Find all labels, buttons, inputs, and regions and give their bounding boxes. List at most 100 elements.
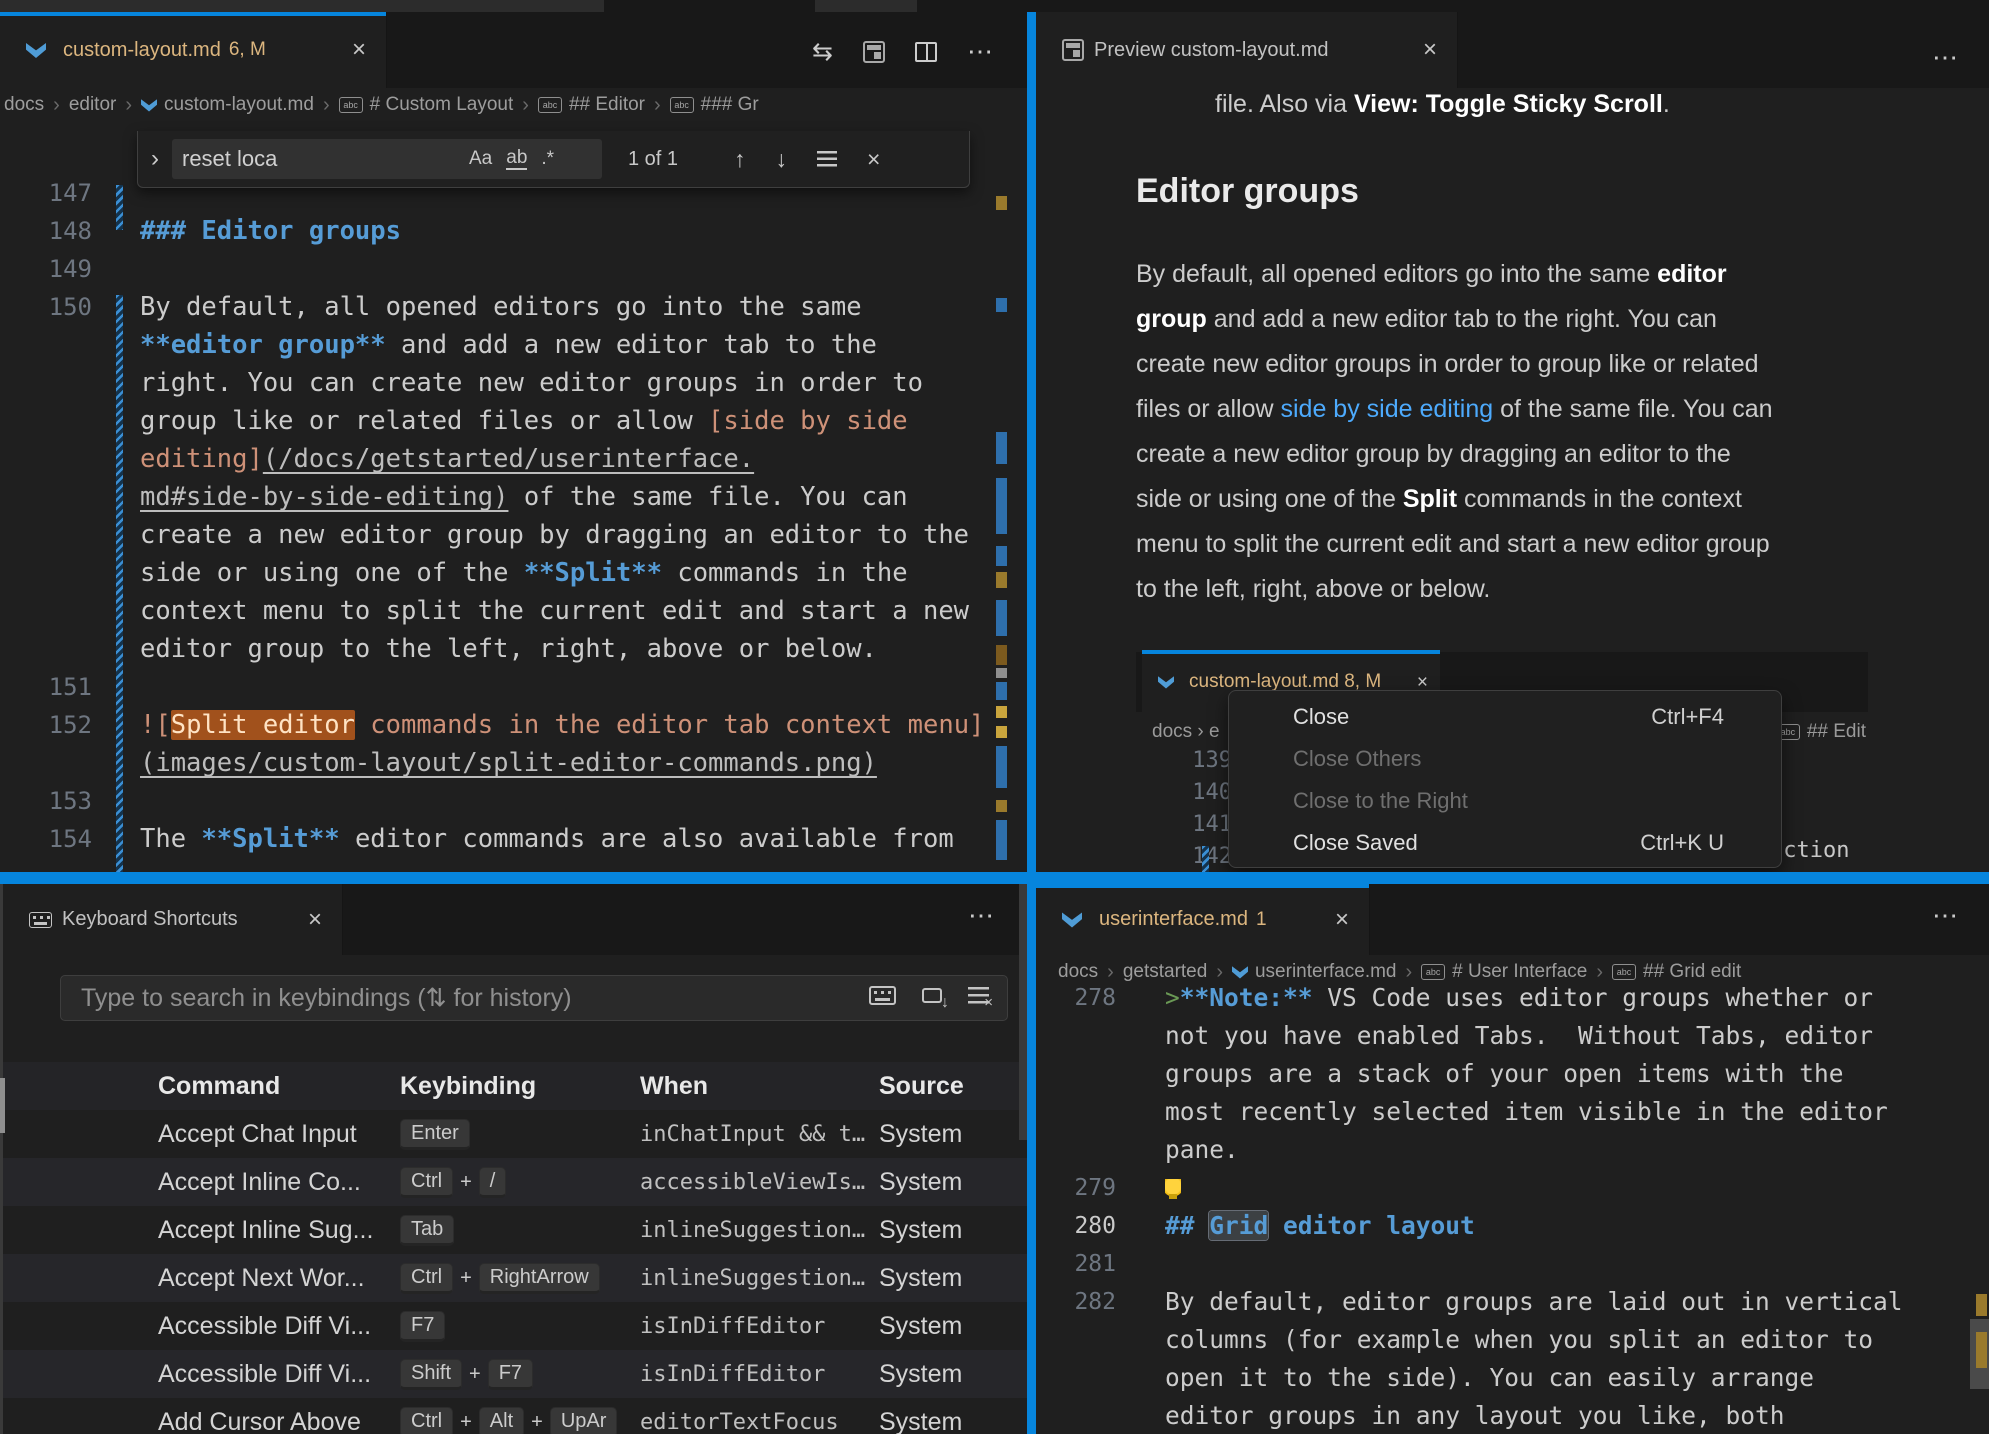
split-editor-icon[interactable] bbox=[915, 42, 937, 62]
open-changes-icon[interactable]: ⇆ bbox=[812, 37, 833, 67]
preview-line: group and add a new editor tab to the ri… bbox=[1136, 297, 1773, 342]
menu-item-label: Close bbox=[1293, 704, 1349, 730]
command-cell: Accept Next Wor... bbox=[158, 1254, 365, 1302]
editor-actions: ⇆ ⋯ bbox=[812, 36, 993, 67]
table-row[interactable]: Accessible Diff Vi...Shift+F7isInDiffEdi… bbox=[0, 1350, 1027, 1398]
breadcrumb-item[interactable]: custom-layout.md bbox=[164, 94, 314, 116]
tab-label: userinterface.md bbox=[1099, 908, 1248, 931]
preview-intro: file. Also via View: Toggle Sticky Scrol… bbox=[1215, 82, 1670, 127]
find-input[interactable] bbox=[172, 146, 462, 172]
abc-symbol-icon: abc bbox=[538, 97, 562, 113]
more-actions-icon[interactable]: ⋯ bbox=[968, 900, 996, 931]
clear-search-icon[interactable] bbox=[968, 987, 989, 1009]
line-number: 141 bbox=[1172, 812, 1232, 837]
table-row[interactable]: Accessible Diff Vi...F7isInDiffEditorSys… bbox=[0, 1302, 1027, 1350]
breadcrumb[interactable]: docs›editor›custom-layout.md›abc# Custom… bbox=[4, 88, 1024, 122]
find-next-icon[interactable]: ↓ bbox=[776, 146, 788, 173]
lightbulb-icon bbox=[1165, 1179, 1181, 1199]
table-row[interactable]: Accept Next Wor...Ctrl+RightArrowinlineS… bbox=[0, 1254, 1027, 1302]
key-chip: UpAr bbox=[550, 1407, 618, 1434]
key-chip: Ctrl bbox=[400, 1167, 453, 1198]
top-strip-segment bbox=[815, 0, 917, 12]
breadcrumb-item[interactable]: ## Editor bbox=[569, 94, 645, 116]
tab-bar: Keyboard Shortcuts × bbox=[0, 884, 1027, 955]
plus-separator: + bbox=[460, 1171, 472, 1194]
table-row[interactable]: Accept Inline Co...Ctrl+/accessibleViewI… bbox=[0, 1158, 1027, 1206]
header-keybinding[interactable]: Keybinding bbox=[400, 1062, 638, 1110]
menu-item-close-saved[interactable]: Close SavedCtrl+K U bbox=[1229, 822, 1781, 864]
source-cell: System bbox=[879, 1158, 962, 1206]
more-actions-icon[interactable]: ⋯ bbox=[1932, 900, 1960, 931]
header-when[interactable]: When bbox=[640, 1062, 708, 1110]
key-chip: Tab bbox=[400, 1215, 454, 1246]
horizontal-sash[interactable] bbox=[0, 872, 1989, 884]
line-number: 139 bbox=[1172, 748, 1232, 773]
overview-ruler-mark bbox=[1976, 1332, 1987, 1368]
menu-item-close-to-the-right: Close to the Right bbox=[1229, 780, 1781, 822]
keybinding-cell: Shift+F7 bbox=[400, 1350, 638, 1398]
keybinding-cell: Ctrl+Alt+UpAr bbox=[400, 1398, 638, 1434]
keybinding-cell: Enter bbox=[400, 1110, 638, 1158]
menu-item-close-others: Close Others bbox=[1229, 738, 1781, 780]
tab-preview-custom-layout[interactable]: Preview custom-layout.md × bbox=[1036, 12, 1458, 88]
tab-custom-layout[interactable]: custom-layout.md 6, M × bbox=[0, 12, 387, 88]
source-cell: System bbox=[879, 1254, 962, 1302]
breadcrumb-item[interactable]: docs bbox=[4, 94, 44, 116]
record-keys-keyboard-icon[interactable] bbox=[869, 986, 896, 1010]
find-in-selection-icon[interactable] bbox=[817, 146, 837, 173]
more-actions-icon[interactable]: ⋯ bbox=[1932, 42, 1960, 73]
keybinding-cell: F7 bbox=[400, 1302, 638, 1350]
close-icon[interactable]: × bbox=[350, 38, 368, 62]
tab-label: custom-layout.md bbox=[63, 39, 221, 62]
scrollbar-thumb[interactable] bbox=[0, 1078, 5, 1133]
regex-icon[interactable]: .* bbox=[541, 148, 554, 170]
breadcrumb-item[interactable]: # Custom Layout bbox=[370, 94, 514, 116]
preview-line: file. Also via View: Toggle Sticky Scrol… bbox=[1215, 82, 1670, 127]
close-icon[interactable]: × bbox=[306, 908, 324, 932]
keybinding-cell: Ctrl+RightArrow bbox=[400, 1254, 638, 1302]
keyboard-icon bbox=[29, 912, 52, 928]
line-number: 150 bbox=[0, 288, 92, 326]
table-row[interactable]: Accept Chat InputEnterinChatInput && t…S… bbox=[0, 1110, 1027, 1158]
vertical-sash[interactable] bbox=[1027, 12, 1036, 1434]
overview-ruler bbox=[996, 12, 1007, 872]
pane-keyboard-shortcuts: Keyboard Shortcuts × ⋯ Command Keybindin… bbox=[0, 884, 1027, 1434]
whole-word-icon[interactable]: ab bbox=[506, 148, 527, 170]
menu-item-close[interactable]: CloseCtrl+F4 bbox=[1229, 696, 1781, 738]
modified-lines-indicator bbox=[1202, 846, 1209, 872]
key-chip: Alt bbox=[479, 1407, 524, 1434]
chevron-right-icon: › bbox=[125, 94, 132, 117]
pane-preview-custom-layout: Preview custom-layout.md × ⋯ file. Also … bbox=[1036, 12, 1989, 872]
header-source[interactable]: Source bbox=[879, 1062, 964, 1110]
header-command[interactable]: Command bbox=[158, 1062, 280, 1110]
match-case-icon[interactable]: Aa bbox=[469, 148, 492, 170]
open-preview-icon[interactable] bbox=[863, 41, 885, 63]
find-previous-icon[interactable]: ↑ bbox=[734, 146, 746, 173]
markdown-file-icon bbox=[1158, 676, 1174, 689]
overview-ruler-mark bbox=[996, 600, 1007, 636]
sort-by-precedence-icon[interactable] bbox=[922, 988, 942, 1008]
breadcrumb-item[interactable]: ### Gr bbox=[701, 94, 759, 116]
find-close-icon[interactable]: × bbox=[867, 146, 880, 173]
keybindings-search-input[interactable] bbox=[61, 984, 856, 1013]
table-row[interactable]: Accept Inline Sug...TabinlineSuggestion…… bbox=[0, 1206, 1027, 1254]
tab-userinterface[interactable]: userinterface.md 1 × bbox=[1036, 884, 1370, 955]
key-chip: Enter bbox=[400, 1119, 470, 1150]
menu-item-label: Close to the Right bbox=[1293, 788, 1468, 814]
command-cell: Add Cursor Above bbox=[158, 1398, 361, 1434]
overview-ruler-mark bbox=[996, 820, 1007, 860]
more-actions-icon[interactable]: ⋯ bbox=[967, 36, 993, 67]
table-row[interactable]: Add Cursor AboveCtrl+Alt+UpAreditorTextF… bbox=[0, 1398, 1027, 1434]
tab-modified-badge: 1 bbox=[1256, 909, 1267, 931]
close-icon[interactable]: × bbox=[1421, 38, 1439, 62]
close-icon[interactable]: × bbox=[1333, 908, 1351, 932]
breadcrumb-item[interactable]: editor bbox=[69, 94, 117, 116]
tab-keyboard-shortcuts[interactable]: Keyboard Shortcuts × bbox=[3, 884, 343, 955]
find-expand-icon[interactable]: › bbox=[138, 145, 172, 173]
when-cell: isInDiffEditor bbox=[640, 1350, 825, 1398]
abc-symbol-icon: abc bbox=[1421, 964, 1445, 980]
abc-symbol-icon: abc bbox=[339, 97, 363, 113]
line-number: 151 bbox=[0, 668, 92, 706]
close-icon: × bbox=[1415, 673, 1430, 692]
scrollbar-thumb[interactable] bbox=[1019, 884, 1027, 1140]
